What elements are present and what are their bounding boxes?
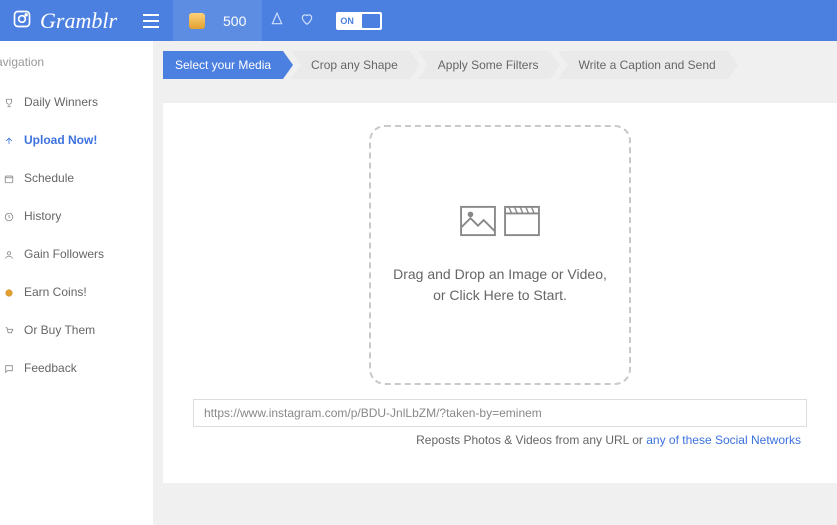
step-caption-send[interactable]: Write a Caption and Send <box>558 51 727 79</box>
sidebar-item-label: Schedule <box>24 171 74 185</box>
video-icon <box>503 205 541 240</box>
coins-icon <box>189 13 205 29</box>
step-select-media[interactable]: Select your Media <box>163 51 283 79</box>
sidebar-item-gain-followers[interactable]: Gain Followers <box>0 235 153 273</box>
sidebar-item-earn-coins[interactable]: Earn Coins! <box>0 273 153 311</box>
sidebar-item-label: Earn Coins! <box>24 285 87 299</box>
sidebar-item-history[interactable]: History <box>0 197 153 235</box>
social-networks-link[interactable]: any of these Social Networks <box>646 433 801 447</box>
menu-toggle-button[interactable] <box>129 0 173 41</box>
sidebar-item-daily-winners[interactable]: Daily Winners <box>0 83 153 121</box>
nav-heading: avigation <box>0 55 153 83</box>
dropzone-line2: or Click Here to Start. <box>393 285 607 305</box>
feedback-icon <box>4 363 14 373</box>
history-icon <box>4 211 14 221</box>
step-label: Crop any Shape <box>311 58 398 72</box>
helper-text: Reposts Photos & Videos from any URL or … <box>193 433 807 447</box>
cart-icon <box>4 325 14 335</box>
dropzone-line1: Drag and Drop an Image or Video, <box>393 264 607 284</box>
top-header: Gramblr 500 ON <box>0 0 837 41</box>
calendar-icon <box>4 173 14 183</box>
step-label: Select your Media <box>175 58 271 72</box>
helper-static: Reposts Photos & Videos from any URL or <box>416 433 646 447</box>
trophy-icon <box>4 97 14 107</box>
upload-panel: Drag and Drop an Image or Video, or Clic… <box>163 103 837 483</box>
dropzone[interactable]: Drag and Drop an Image or Video, or Clic… <box>369 125 631 385</box>
sidebar-item-label: Or Buy Them <box>24 323 95 337</box>
toggle-label: ON <box>336 16 358 26</box>
sidebar-item-label: Feedback <box>24 361 77 375</box>
sidebar-item-upload-now[interactable]: Upload Now! <box>0 121 153 159</box>
sidebar-item-schedule[interactable]: Schedule <box>0 159 153 197</box>
sidebar-item-feedback[interactable]: Feedback <box>0 349 153 387</box>
sidebar-item-label: Gain Followers <box>24 247 104 261</box>
camera-icon <box>12 9 32 32</box>
step-crop-shape[interactable]: Crop any Shape <box>291 51 410 79</box>
coin-small-icon <box>4 287 14 297</box>
brand-text: Gramblr <box>40 8 117 34</box>
sidebar-item-label: Daily Winners <box>24 95 98 109</box>
step-apply-filters[interactable]: Apply Some Filters <box>418 51 551 79</box>
main-area: Select your Media Crop any Shape Apply S… <box>153 41 837 525</box>
coins-display[interactable]: 500 <box>173 0 262 41</box>
dropzone-text: Drag and Drop an Image or Video, or Clic… <box>393 264 607 305</box>
heart-icon[interactable] <box>292 12 322 29</box>
toggle-knob <box>362 14 380 28</box>
dropzone-icons <box>459 205 541 240</box>
sidebar-item-or-buy-them[interactable]: Or Buy Them <box>0 311 153 349</box>
step-label: Apply Some Filters <box>438 58 539 72</box>
step-label: Write a Caption and Send <box>578 58 715 72</box>
followers-icon <box>4 249 14 259</box>
sidebar-item-label: History <box>24 209 61 223</box>
sidebar-item-label: Upload Now! <box>24 133 97 147</box>
upload-icon <box>4 135 14 145</box>
notification-icon[interactable] <box>262 12 292 29</box>
logo[interactable]: Gramblr <box>0 0 129 41</box>
url-input[interactable] <box>193 399 807 427</box>
sidebar: avigation Daily Winners Upload Now! Sche… <box>0 41 153 525</box>
step-breadcrumb: Select your Media Crop any Shape Apply S… <box>163 51 837 79</box>
image-icon <box>459 205 497 240</box>
on-off-toggle[interactable]: ON <box>336 12 382 30</box>
coins-count: 500 <box>223 13 246 29</box>
